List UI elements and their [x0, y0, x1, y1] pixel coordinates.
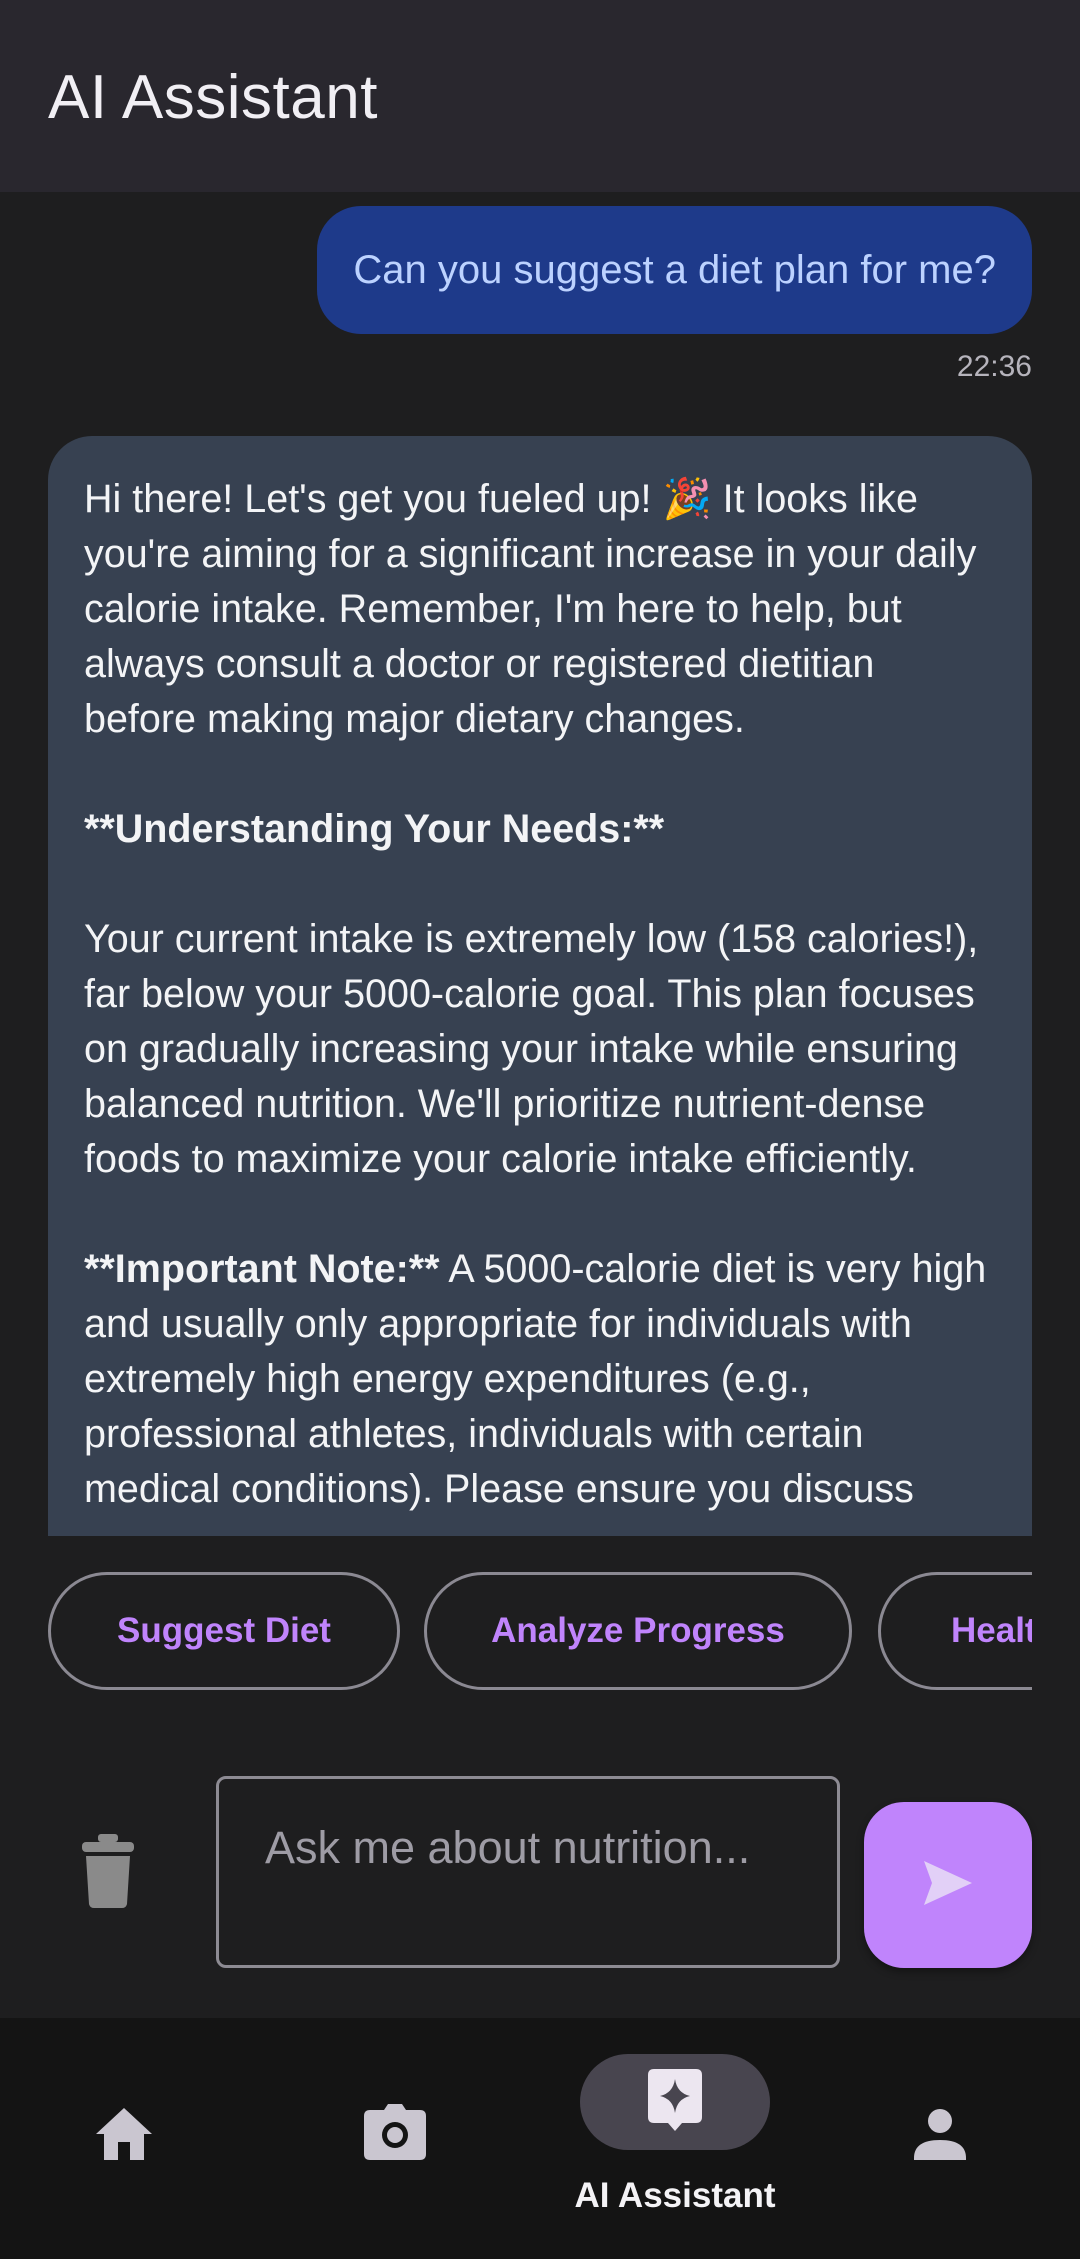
- bottom-navigation: AI Assistant: [0, 2018, 1080, 2259]
- nav-camera[interactable]: [364, 2104, 446, 2176]
- chip-analyze-progress[interactable]: Analyze Progress: [424, 1572, 852, 1690]
- user-message-bubble: Can you suggest a diet plan for me?: [317, 206, 1032, 334]
- nav-ai-assistant-label: AI Assistant: [574, 2176, 776, 2215]
- profile-icon: [914, 2109, 966, 2164]
- ai-note-label: **Important Note:**: [84, 1247, 440, 1291]
- chip-suggest-diet[interactable]: Suggest Diet: [48, 1572, 400, 1690]
- suggestion-chips: Suggest Diet Analyze Progress Health: [48, 1572, 1032, 1692]
- app-screen: AI Assistant Can you suggest a diet plan…: [0, 0, 1080, 2259]
- user-message-text: Can you suggest a diet plan for me?: [353, 247, 996, 292]
- ai-paragraph-intro: Hi there! Let's get you fueled up! 🎉 It …: [84, 477, 977, 741]
- camera-icon: [364, 2104, 426, 2164]
- chip-health[interactable]: Health: [878, 1572, 1032, 1690]
- ai-heading-needs: **Understanding Your Needs:**: [84, 807, 665, 851]
- nav-home[interactable]: [94, 2106, 176, 2178]
- send-button[interactable]: [864, 1802, 1032, 1968]
- message-input[interactable]: Ask me about nutrition...: [216, 1776, 840, 1968]
- trash-icon[interactable]: [80, 1832, 136, 1910]
- ai-paragraph-note: **Important Note:** A 5000-calorie diet …: [84, 1242, 996, 1517]
- home-icon: [94, 2108, 154, 2166]
- top-app-bar: AI Assistant: [0, 0, 1080, 192]
- nav-profile[interactable]: [914, 2108, 976, 2178]
- send-icon: [922, 1859, 974, 1912]
- nav-ai-assistant[interactable]: [580, 2054, 770, 2150]
- message-timestamp: 22:36: [956, 350, 1032, 383]
- chat-area[interactable]: Can you suggest a diet plan for me? 22:3…: [0, 192, 1080, 1536]
- ai-paragraph-intake: Your current intake is extremely low (15…: [84, 917, 979, 1181]
- ai-message-bubble: Hi there! Let's get you fueled up! 🎉 It …: [48, 436, 1032, 1536]
- page-title: AI Assistant: [48, 63, 378, 132]
- ai-sparkle-icon: [648, 2068, 702, 2136]
